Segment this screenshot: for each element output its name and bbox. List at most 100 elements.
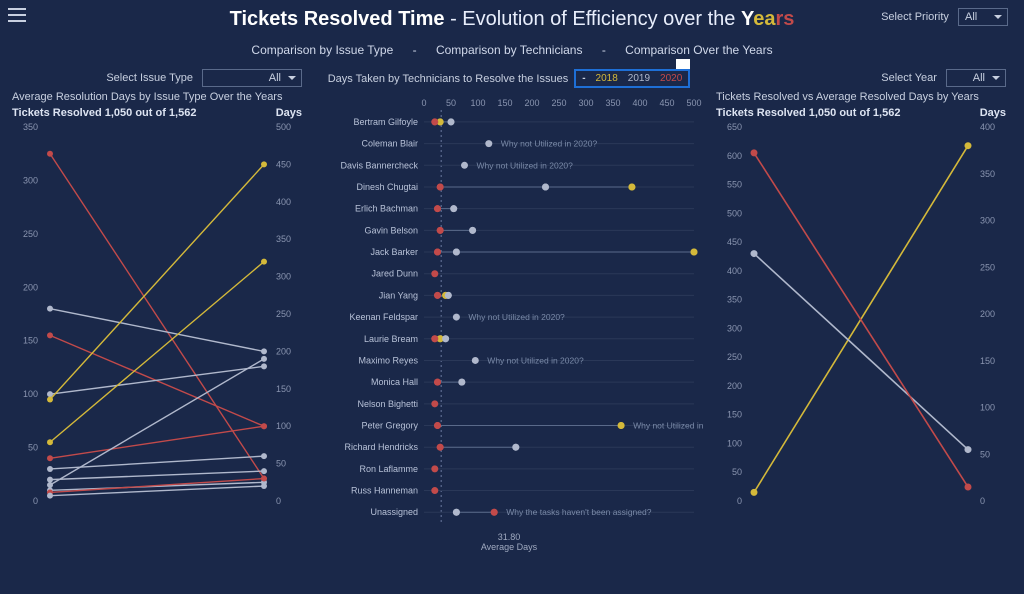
priority-select[interactable]: All [958, 8, 1008, 26]
svg-text:150: 150 [276, 384, 291, 394]
svg-text:100: 100 [727, 438, 742, 448]
svg-text:Richard Hendricks: Richard Hendricks [344, 442, 418, 452]
title-bold: Tickets Resolved Time [230, 8, 445, 30]
svg-text:400: 400 [632, 98, 647, 108]
svg-text:0: 0 [980, 496, 985, 506]
svg-text:150: 150 [727, 410, 742, 420]
svg-text:100: 100 [276, 421, 291, 431]
legend-2020[interactable]: 2020 [660, 73, 682, 84]
svg-text:200: 200 [524, 98, 539, 108]
panel-right: Select Year All Tickets Resolved vs Aver… [716, 69, 1006, 552]
svg-text:Why the tasks haven't been ass: Why the tasks haven't been assigned? [506, 507, 652, 517]
svg-text:Davis Bannercheck: Davis Bannercheck [340, 160, 418, 170]
svg-text:Jared Dunn: Jared Dunn [371, 269, 418, 279]
left-chart[interactable]: 0501001502002503003500501001502002503003… [12, 121, 302, 521]
left-chart-title: Average Resolution Days by Issue Type Ov… [12, 91, 302, 103]
svg-text:0: 0 [276, 496, 281, 506]
legend-marker [676, 59, 690, 69]
svg-text:50: 50 [28, 443, 38, 453]
svg-text:200: 200 [980, 309, 995, 319]
svg-text:Coleman Blair: Coleman Blair [361, 139, 418, 149]
svg-text:300: 300 [578, 98, 593, 108]
svg-text:500: 500 [727, 208, 742, 218]
issuetype-select[interactable]: All [202, 69, 302, 87]
svg-text:250: 250 [727, 352, 742, 362]
svg-text:450: 450 [276, 159, 291, 169]
svg-text:550: 550 [727, 180, 742, 190]
title-rest: Evolution of Efficiency over the [462, 8, 741, 30]
center-avg-value: 31.80 [314, 532, 704, 542]
svg-text:200: 200 [23, 282, 38, 292]
svg-text:Jack Barker: Jack Barker [370, 247, 418, 257]
svg-text:100: 100 [23, 389, 38, 399]
priority-filter-label: Select Priority [881, 11, 949, 23]
svg-text:100: 100 [980, 403, 995, 413]
hamburger-menu-icon[interactable] [8, 8, 26, 22]
svg-text:650: 650 [727, 122, 742, 132]
svg-text:350: 350 [980, 169, 995, 179]
svg-text:350: 350 [276, 234, 291, 244]
svg-text:250: 250 [23, 229, 38, 239]
svg-text:100: 100 [470, 98, 485, 108]
svg-text:0: 0 [737, 496, 742, 506]
svg-text:350: 350 [23, 122, 38, 132]
svg-text:Why not Utilized in 2020?: Why not Utilized in 2020? [501, 139, 598, 149]
svg-text:Keenan Feldspar: Keenan Feldspar [349, 312, 418, 322]
svg-text:400: 400 [276, 197, 291, 207]
svg-text:Why not Utilized in 2020?: Why not Utilized in 2020? [477, 160, 574, 170]
svg-text:Laurie Bream: Laurie Bream [364, 334, 418, 344]
svg-text:500: 500 [686, 98, 701, 108]
panel-left: Select Issue Type All Average Resolution… [12, 69, 302, 552]
title-sep: - [445, 8, 463, 30]
svg-text:Why not Utilized in 2019?: Why not Utilized in 2019? [633, 421, 704, 431]
right-chart[interactable]: 0501001502002503003504004505005506006500… [716, 121, 1006, 521]
svg-text:300: 300 [23, 175, 38, 185]
year-select-value: All [973, 72, 985, 84]
svg-text:Bertram Gilfoyle: Bertram Gilfoyle [353, 117, 418, 127]
tab-issue-type[interactable]: Comparison by Issue Type [251, 43, 393, 57]
legend-dash: - [582, 73, 585, 84]
svg-text:Unassigned: Unassigned [370, 507, 418, 517]
svg-text:Nelson Bighetti: Nelson Bighetti [357, 399, 418, 409]
svg-text:250: 250 [276, 309, 291, 319]
tab-sep1: - [413, 43, 417, 57]
issuetype-filter-label: Select Issue Type [106, 72, 193, 84]
svg-text:300: 300 [980, 216, 995, 226]
svg-text:Jian Yang: Jian Yang [379, 290, 418, 300]
svg-text:200: 200 [727, 381, 742, 391]
svg-text:350: 350 [727, 295, 742, 305]
legend-2018[interactable]: 2018 [596, 73, 618, 84]
svg-text:500: 500 [276, 122, 291, 132]
svg-text:Peter Gregory: Peter Gregory [361, 421, 418, 431]
center-chart[interactable]: 050100150200250300350400450500Bertram Gi… [314, 92, 704, 532]
right-tickets-label: Tickets Resolved 1,050 out of 1,562 [716, 107, 900, 119]
right-days-label: Days [980, 107, 1006, 119]
svg-text:50: 50 [732, 467, 742, 477]
svg-text:50: 50 [276, 459, 286, 469]
svg-text:Russ Hanneman: Russ Hanneman [351, 486, 418, 496]
left-days-label: Days [276, 107, 302, 119]
tab-over-years[interactable]: Comparison Over the Years [625, 43, 772, 57]
svg-text:250: 250 [980, 262, 995, 272]
svg-text:Dinesh Chugtai: Dinesh Chugtai [356, 182, 418, 192]
svg-text:250: 250 [551, 98, 566, 108]
svg-text:Why not Utilized in 2020?: Why not Utilized in 2020? [468, 312, 565, 322]
year-select[interactable]: All [946, 69, 1006, 87]
panel-center: Days Taken by Technicians to Resolve the… [314, 69, 704, 552]
priority-select-value: All [965, 11, 977, 23]
center-chart-title: Days Taken by Technicians to Resolve the… [328, 73, 569, 85]
svg-text:600: 600 [727, 151, 742, 161]
svg-text:0: 0 [421, 98, 426, 108]
svg-text:Erlich Bachman: Erlich Bachman [355, 204, 418, 214]
svg-text:Maximo Reyes: Maximo Reyes [358, 355, 418, 365]
issuetype-select-value: All [269, 72, 281, 84]
center-avg-label: Average Days [314, 542, 704, 552]
left-tickets-label: Tickets Resolved 1,050 out of 1,562 [12, 107, 196, 119]
tab-sep2: - [602, 43, 606, 57]
page-title: Tickets Resolved Time - Evolution of Eff… [0, 8, 1024, 31]
svg-text:Gavin Belson: Gavin Belson [364, 225, 418, 235]
legend-2019[interactable]: 2019 [628, 73, 650, 84]
svg-text:Monica Hall: Monica Hall [371, 377, 418, 387]
center-legend: - 2018 2019 2020 [574, 69, 690, 88]
tab-technicians[interactable]: Comparison by Technicians [436, 43, 583, 57]
